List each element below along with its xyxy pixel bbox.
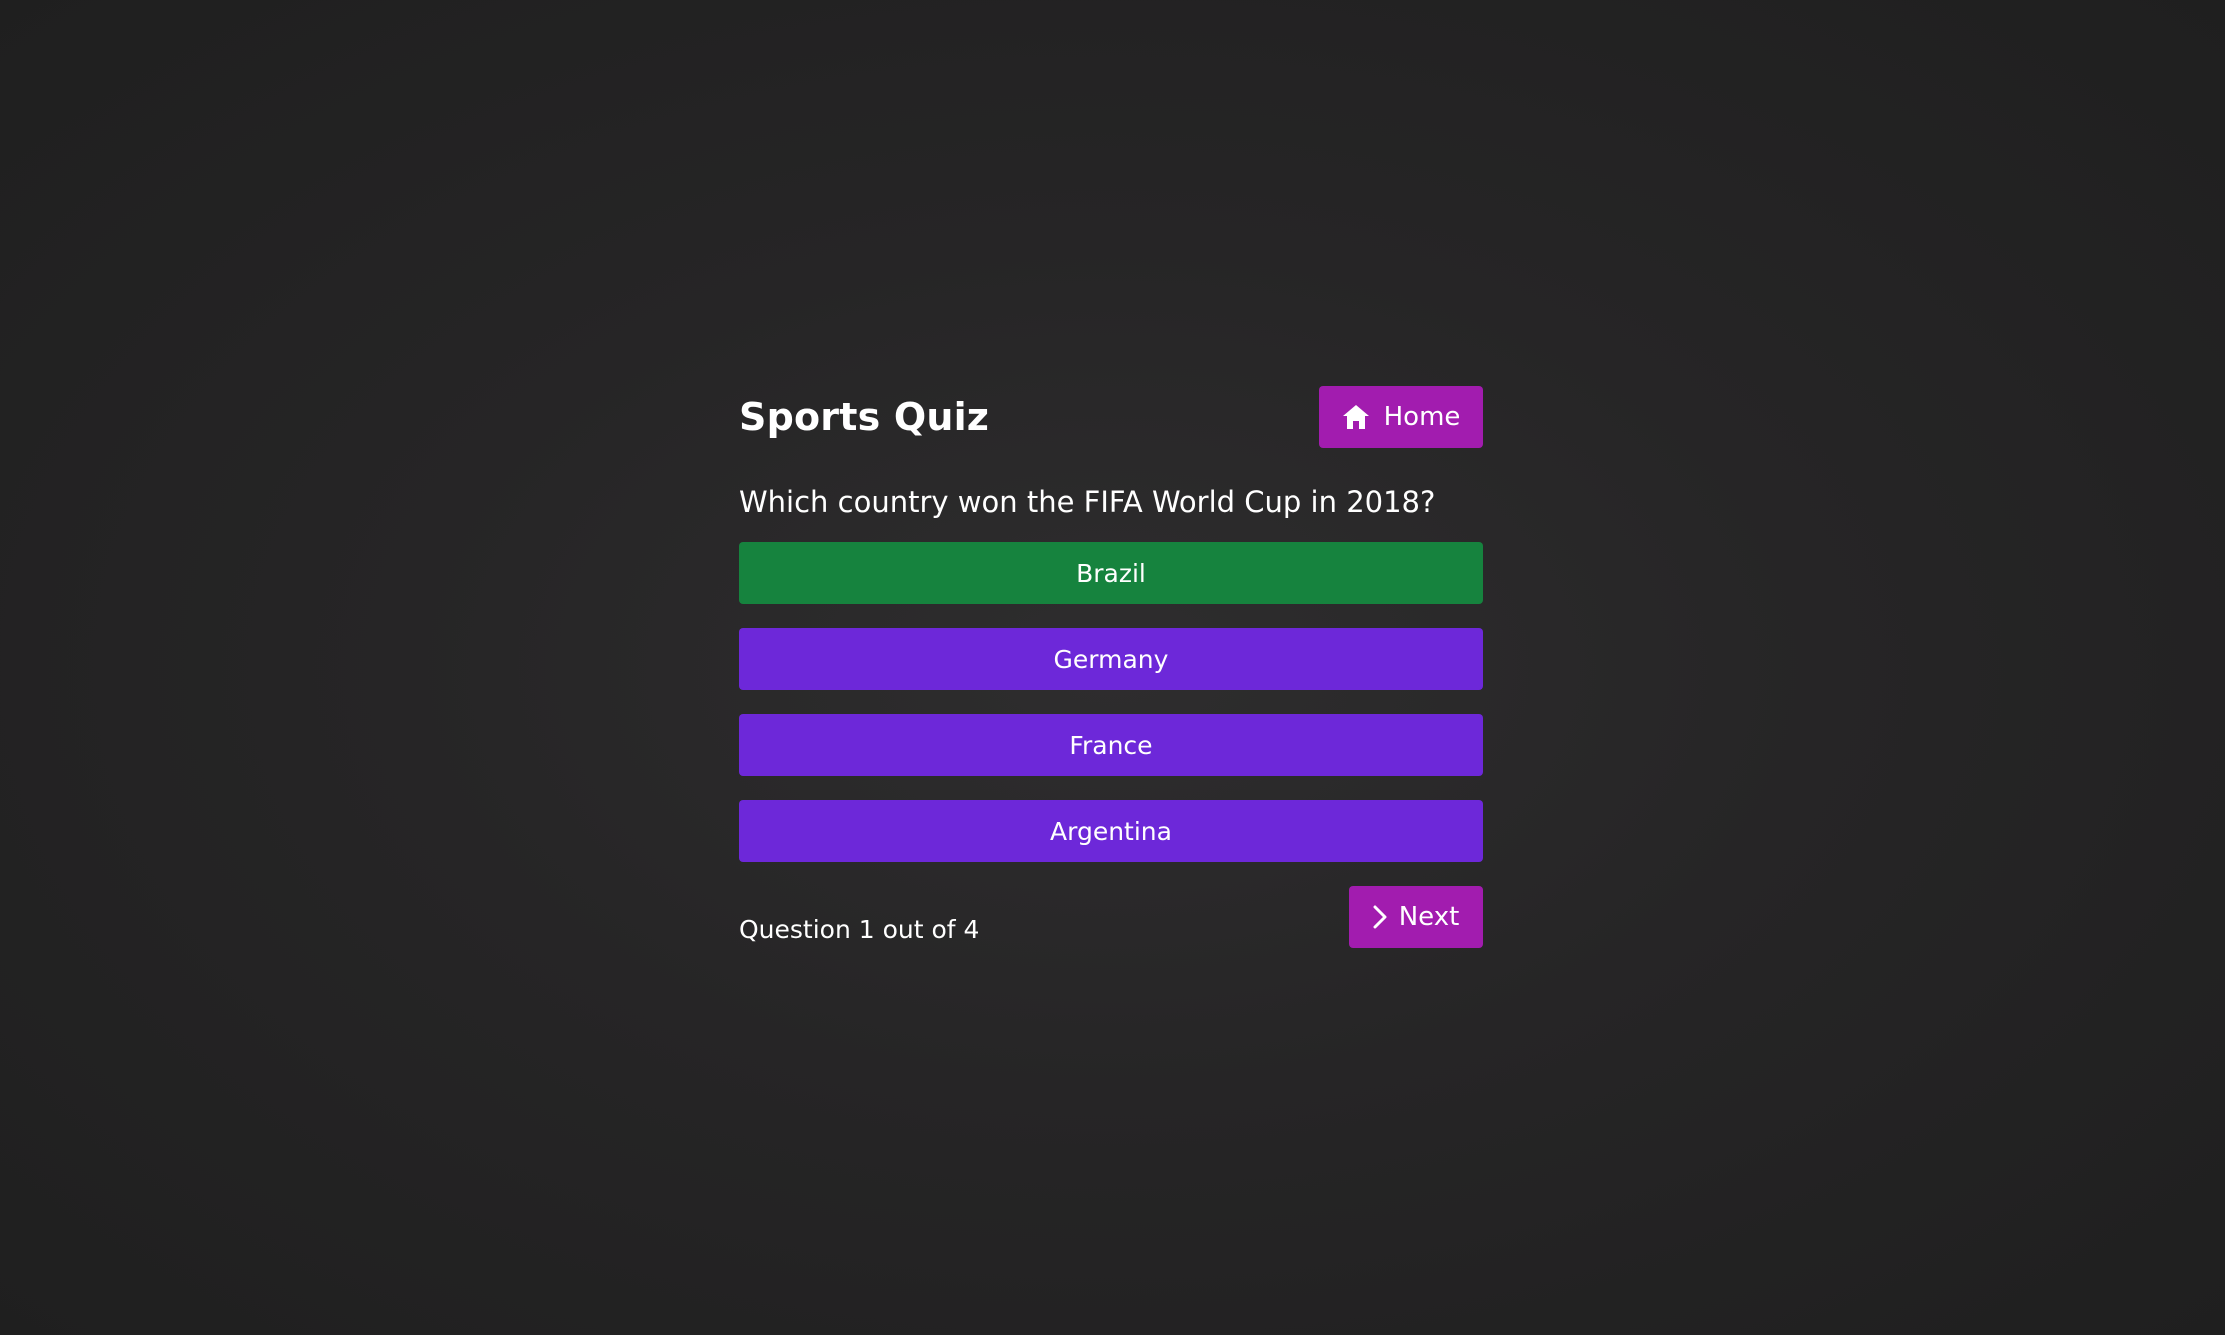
quiz-footer: Question 1 out of 4 Next [739,886,1483,948]
home-button-label: Home [1383,402,1461,432]
answer-option-france[interactable]: France [739,714,1483,776]
page-title: Sports Quiz [739,395,990,439]
answer-option-germany[interactable]: Germany [739,628,1483,690]
answer-list: Brazil Germany France Argentina [739,542,1483,862]
chevron-right-icon [1373,905,1387,929]
answer-option-argentina[interactable]: Argentina [739,800,1483,862]
answer-option-brazil[interactable]: Brazil [739,542,1483,604]
next-button-label: Next [1398,902,1460,932]
quiz-card: Sports Quiz Home Which country won the F… [739,386,1483,948]
home-button[interactable]: Home [1319,386,1483,448]
next-button[interactable]: Next [1349,886,1483,948]
quiz-header: Sports Quiz Home [739,386,1483,448]
question-text: Which country won the FIFA World Cup in … [739,485,1436,519]
question-progress: Question 1 out of 4 [739,914,980,944]
home-icon [1342,404,1370,430]
